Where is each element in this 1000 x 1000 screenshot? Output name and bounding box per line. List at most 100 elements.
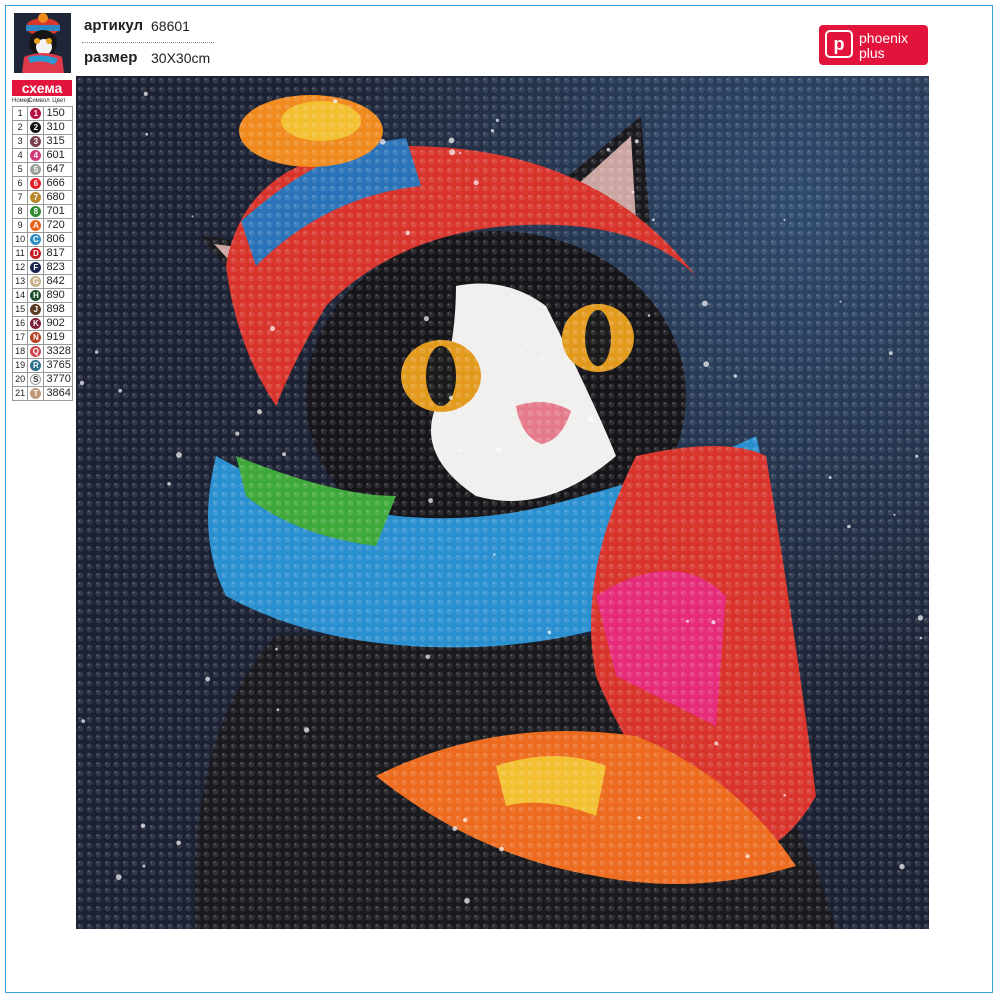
legend-symbol-badge: H [30,289,42,301]
legend-row: 20 S 3770 [11,372,73,387]
brand-logo: p phoenix plus [819,25,928,65]
logo-text-line2: plus [859,45,885,61]
legend-symbol-badge: Q [30,345,42,357]
legend-symbol-cell: A [27,218,45,233]
legend-symbol-badge: K [30,317,42,329]
legend-symbol-badge: S [30,373,42,385]
legend-number: 20 [11,372,29,387]
legend-row: 7 7 680 [11,190,73,205]
legend-number: 17 [11,330,29,345]
legend-symbol-cell: 4 [27,148,45,163]
legend-symbol-cell: Q [27,344,45,359]
legend-number: 1 [11,106,29,121]
legend-header: Номер Символ Цвет [12,96,72,106]
legend-row: 6 6 666 [11,176,73,191]
pattern-canvas [76,76,929,929]
legend-symbol-badge: 3 [30,135,42,147]
legend-color-code: 842 [43,274,73,289]
legend-row: 3 3 315 [11,134,73,149]
size-label: размер [84,49,138,66]
legend-color-code: 601 [43,148,73,163]
legend-row: 16 K 902 [11,316,73,331]
legend-symbol-cell: R [27,358,45,373]
legend-symbol-cell: 5 [27,162,45,177]
legend-number: 15 [11,302,29,317]
legend-symbol-cell: N [27,330,45,345]
legend-symbol-cell: 2 [27,120,45,135]
legend-row: 21 T 3864 [11,386,73,401]
legend-number: 10 [11,232,29,247]
legend-row: 1 1 150 [11,106,73,121]
legend-symbol-cell: S [27,372,45,387]
legend-color-code: 890 [43,288,73,303]
legend-color-code: 902 [43,316,73,331]
legend-number: 19 [11,358,29,373]
legend-symbol-badge: R [30,359,42,371]
legend-number: 12 [11,260,29,275]
legend-number: 11 [11,246,29,261]
legend-symbol-badge: 2 [30,121,42,133]
logo-text-line1: phoenix [859,30,909,46]
legend-color-code: 150 [43,106,73,121]
legend-symbol-badge: 6 [30,177,42,189]
legend-symbol-cell: J [27,302,45,317]
legend-symbol-cell: D [27,246,45,261]
legend-color-code: 647 [43,162,73,177]
legend-row: 17 N 919 [11,330,73,345]
legend-symbol-badge: 8 [30,205,42,217]
legend-symbol-cell: 8 [27,204,45,219]
legend-symbol-cell: C [27,232,45,247]
legend-row: 4 4 601 [11,148,73,163]
legend-symbol-cell: 3 [27,134,45,149]
legend-number: 2 [11,120,29,135]
legend-color-code: 315 [43,134,73,149]
legend-number: 7 [11,190,29,205]
legend-symbol-badge: G [30,275,42,287]
legend-symbol-badge: D [30,247,42,259]
legend-row: 9 A 720 [11,218,73,233]
legend-title: схема [12,80,72,96]
legend-symbol-badge: 7 [30,191,42,203]
legend-color-code: 3864 [43,386,73,401]
legend-color-code: 701 [43,204,73,219]
legend-color-code: 898 [43,302,73,317]
legend-color-code: 806 [43,232,73,247]
legend-symbol-cell: G [27,274,45,289]
legend-color-code: 720 [43,218,73,233]
legend-row: 10 C 806 [11,232,73,247]
legend-row: 13 G 842 [11,274,73,289]
legend-row: 15 J 898 [11,302,73,317]
legend-symbol-badge: 4 [30,149,42,161]
legend-row: 11 D 817 [11,246,73,261]
legend-symbol-cell: T [27,386,45,401]
legend-number: 6 [11,176,29,191]
legend-number: 21 [11,386,29,401]
legend-row: 18 Q 3328 [11,344,73,359]
legend-row: 14 H 890 [11,288,73,303]
legend-symbol-cell: 1 [27,106,45,121]
legend-color-code: 666 [43,176,73,191]
legend-symbol-badge: C [30,233,42,245]
legend-color-code: 919 [43,330,73,345]
divider [82,42,214,43]
legend-col-number: Номер [12,98,31,104]
legend-color-code: 3328 [43,344,73,359]
legend-color-code: 3765 [43,358,73,373]
legend-color-code: 817 [43,246,73,261]
product-thumbnail [14,13,71,73]
bead-texture [76,76,929,929]
legend-number: 14 [11,288,29,303]
legend-row: 2 2 310 [11,120,73,135]
legend-symbol-badge: A [30,219,42,231]
legend-symbol-cell: H [27,288,45,303]
legend-symbol-badge: F [30,261,42,273]
legend-color-code: 3770 [43,372,73,387]
legend-number: 16 [11,316,29,331]
legend-symbol-cell: 7 [27,190,45,205]
legend-row: 5 5 647 [11,162,73,177]
legend-number: 9 [11,218,29,233]
legend-number: 18 [11,344,29,359]
legend-col-symbol: Символ [28,98,50,104]
legend-table: 1 1 150 2 2 310 3 3 315 4 4 601 5 5 647 6 6 666 7 7 680 8 8 701… [11,106,73,401]
legend-number: 13 [11,274,29,289]
